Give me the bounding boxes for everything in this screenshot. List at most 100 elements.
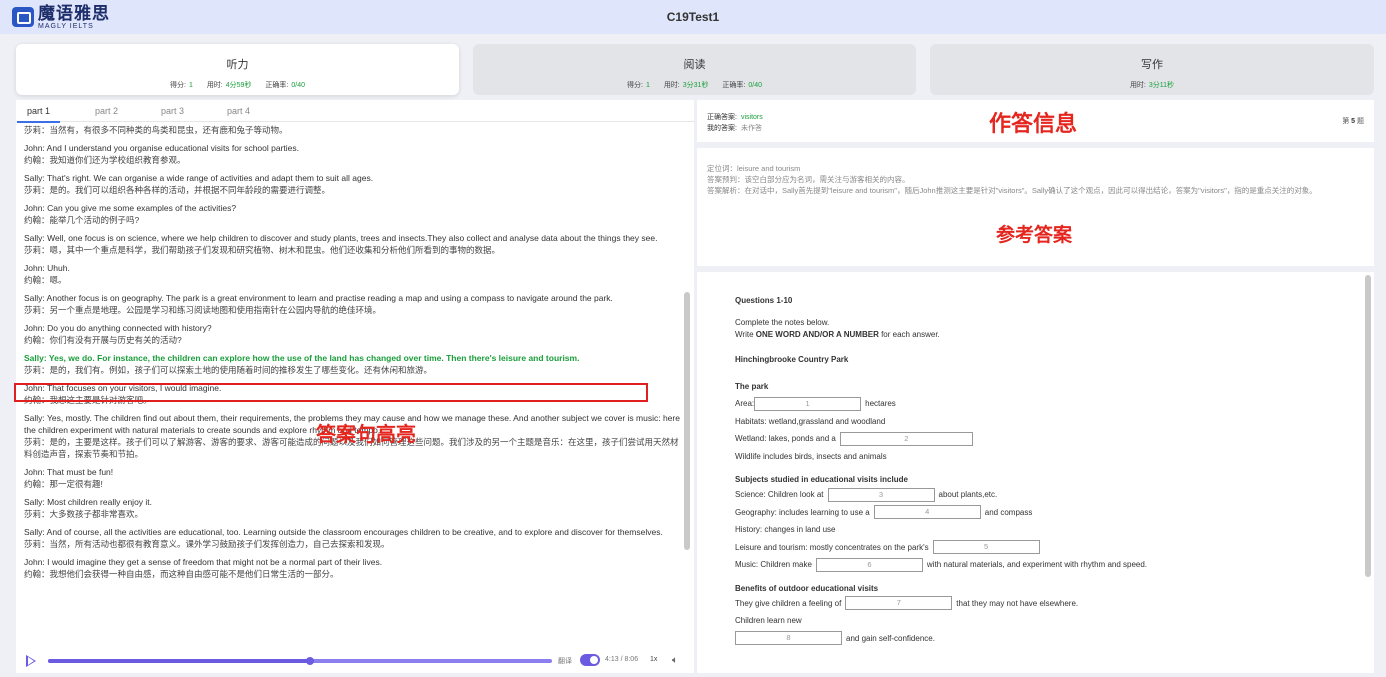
my-answer: 我的答案: 未作答 [707, 125, 762, 132]
feeling-line: They give children a feeling of 7 that the… [735, 595, 1335, 613]
answer-blank-4[interactable]: 4 [873, 505, 981, 520]
transcript-english: Sally: Most children really enjoy it. [24, 497, 153, 507]
tab-part-4[interactable]: part 4 [227, 106, 250, 116]
wildlife-line: Wildlife includes birds, insects and ani… [735, 451, 887, 461]
highlight-annotation: 答案句高亮 [316, 424, 416, 446]
transcript-chinese: 莎莉：是的，我们有。例如，孩子们可以探索土地的使用随着时间的推移发生了哪些变化。… [24, 365, 433, 375]
volume-icon[interactable]: 🔈︎ [672, 655, 678, 666]
translate-label: 翻译 [558, 658, 572, 665]
tab-part-3[interactable]: part 3 [161, 106, 184, 116]
transcript-pair[interactable]: Sally: Well, one focus is on science, wh… [24, 232, 684, 256]
questions-scrollbar[interactable] [1365, 275, 1371, 577]
transcript-english: John: Do you do anything connected with … [24, 323, 212, 333]
speed-button[interactable]: 1x [650, 656, 657, 663]
answer-blank-1[interactable]: 1 [754, 396, 862, 411]
play-icon[interactable] [26, 655, 36, 667]
transcript-chinese: 莎莉：当然，所有活动也都很有教育意义。课外学习鼓励孩子们发挥创造力，自己去探索和… [24, 539, 390, 549]
wetland-line: Wetland: lakes, ponds and a2 [735, 430, 1335, 448]
reference-annotation: 参考答案 [996, 225, 1073, 246]
transcript-english: John: Uhuh. [24, 263, 70, 273]
audio-progress-track[interactable] [48, 657, 552, 665]
transcript-pair[interactable]: John: And I understand you organise educ… [24, 142, 684, 166]
correct-answer: 正确答案: visitors [707, 114, 763, 121]
science-line: Science: Children look at 3 about plants,e… [735, 486, 1335, 504]
transcript-english: John: I would imagine they get a sense o… [24, 557, 383, 567]
tab-part-1[interactable]: part 1 [16, 106, 61, 123]
transcript-scrollbar[interactable] [684, 292, 690, 550]
transcript-english: Sally: Yes, we do. For instance, the chi… [24, 353, 580, 363]
subjects-heading: Subjects studied in educational visits i… [735, 475, 908, 484]
transcript-pair[interactable]: Sally: That's right. We can organise a w… [24, 172, 684, 196]
answer-info-annotation: 作答信息 [989, 111, 1078, 136]
transcript-pair[interactable]: Sally: And of course, all the activities… [24, 526, 684, 550]
section-name: 写作 [1141, 59, 1163, 71]
transcript-chinese: 约翰：那一定很有趣! [24, 479, 103, 489]
park-heading: The park [735, 382, 769, 391]
section-card-writing[interactable]: 写作 用时: 3分11秒 [930, 44, 1374, 95]
confidence-line: 8 and gain self-confidence. [735, 630, 1335, 648]
transcript-english: John: That must be fun! [24, 467, 114, 477]
transcript-chinese: 约翰：我知道你们还为学校组织教育参观。 [24, 155, 186, 165]
habitats-line: Habitats: wetland,grassland and woodland [735, 416, 886, 426]
reference-answer-box: 定位词：leisure and tourism 答案预判：该空白部分应为名词，需… [697, 148, 1374, 266]
audio-time: 4:13 / 8:06 [605, 656, 639, 663]
answer-blank-2[interactable]: 2 [839, 431, 973, 446]
reference-text: 定位词：leisure and tourism 答案预判：该空白部分应为名词，需… [707, 164, 1317, 195]
top-bar: 魔语雅思 MAGLY IELTS C19Test1 [0, 0, 1386, 34]
transcript-chinese: 莎莉：嗯，其中一个重点是科学，我们帮助孩子们发现和研究植物、树木和昆虫。他们还收… [24, 245, 501, 255]
section-name: 阅读 [683, 59, 706, 71]
transcript-english: John: And I understand you organise educ… [24, 143, 300, 153]
question-number: 第 5 题 [1342, 118, 1364, 125]
section-card-reading[interactable]: 阅读 得分: 1 用时: 3分31秒 正确率: 0/40 [473, 44, 916, 95]
transcript-pair[interactable]: John: Do you do anything connected with … [24, 322, 684, 346]
area-line: Area: 1 hectares [735, 395, 1335, 413]
answer-blank-7[interactable]: 7 [845, 596, 953, 611]
geography-line: Geography: includes learning to use a 4 an… [735, 504, 1335, 522]
transcript-english: Sally: And of course, all the activities… [24, 527, 663, 537]
highlight-frame [14, 383, 648, 402]
transcript-english: Sally: Another focus is on geography. Th… [24, 293, 613, 303]
history-line: History: changes in land use [735, 525, 836, 535]
leisure-line: Leisure and tourism: mostly concentrates… [735, 539, 1335, 557]
transcript-pair[interactable]: 莎莉：当然有，有很多不同种类的鸟类和昆虫，还有鹿和兔子等动物。 [24, 124, 684, 136]
benefits-heading: Benefits of outdoor educational visits [735, 583, 879, 593]
transcript-chinese: 约翰：我想他们会获得一种自由感，而这种自由感可能不是他们日常生活的一部分。 [24, 569, 339, 579]
translate-toggle[interactable] [580, 654, 600, 666]
audio-player: 翻译 4:13 / 8:06 1x 🔈︎ [16, 650, 694, 673]
section-card-listening[interactable]: 听力 得分: 1 用时: 4分59秒 正确率: 0/40 [16, 44, 459, 95]
transcript-pair[interactable]: John: Can you give me some examples of t… [24, 202, 684, 226]
section-stats: 得分: 1 用时: 3分31秒 正确率: 0/40 [627, 82, 762, 89]
transcript-pair[interactable]: John: That must be fun! 约翰：那一定很有趣! [24, 466, 684, 490]
instructions: Complete the notes below. Write ONE WORD… [735, 318, 940, 339]
transcript-english: John: Can you give me some examples of t… [24, 203, 237, 213]
notes-title: Hinchingbrooke Country Park [735, 355, 849, 364]
transcript-pair[interactable]: Sally: Another focus is on geography. Th… [24, 292, 684, 316]
answer-blank-6[interactable]: 6 [815, 557, 923, 572]
questions-heading: Questions 1-10 [735, 296, 793, 305]
transcript-pair[interactable]: John: I would imagine they get a sense o… [24, 556, 684, 580]
section-stats: 用时: 3分11秒 [1129, 82, 1175, 89]
transcript-chinese: 莎莉：另一个重点是地理。公园是学习和练习阅读地图和使用指南针在公园内导航的绝佳环… [24, 305, 382, 315]
transcript-english: Sally: Well, one focus is on science, wh… [24, 233, 658, 243]
answer-blank-8[interactable]: 8 [735, 631, 842, 646]
transcript-chinese: 约翰：嗯。 [24, 275, 67, 285]
transcript-chinese: 莎莉：大多数孩子都非常喜欢。 [24, 509, 144, 519]
section-stats: 得分: 1 用时: 4分59秒 正确率: 0/40 [170, 82, 305, 89]
tab-part-2[interactable]: part 2 [95, 106, 118, 116]
section-name: 听力 [226, 59, 249, 71]
transcript-english: Sally: That's right. We can organise a w… [24, 173, 374, 183]
learn-line: Children learn new [735, 616, 802, 626]
transcript-chinese: 莎莉：是的。我们可以组织各种各样的活动，并根据不同年龄段的需要进行调整。 [24, 185, 331, 195]
page-title: C19Test1 [666, 10, 720, 24]
part-tabs: part 1 part 2 part 3 part 4 [16, 100, 694, 123]
music-line: Music: Children make 6 with natural materi… [735, 556, 1335, 574]
questions-panel: Questions 1-10 Complete the notes below.… [697, 272, 1374, 673]
transcript-pair-highlighted[interactable]: Sally: Yes, we do. For instance, the chi… [24, 352, 684, 376]
audio-progress-knob[interactable] [306, 657, 315, 665]
transcript-pair[interactable]: John: Uhuh. 约翰：嗯。 [24, 262, 684, 286]
answer-blank-3[interactable]: 3 [827, 487, 935, 502]
transcript-pair[interactable]: Sally: Most children really enjoy it. 莎莉：… [24, 496, 684, 520]
transcript-chinese: 约翰：你们有没有开展与历史有关的活动? [24, 335, 182, 345]
transcript-chinese: 莎莉：当然有，有很多不同种类的鸟类和昆虫，还有鹿和兔子等动物。 [24, 125, 288, 135]
answer-blank-5[interactable]: 5 [932, 540, 1040, 555]
